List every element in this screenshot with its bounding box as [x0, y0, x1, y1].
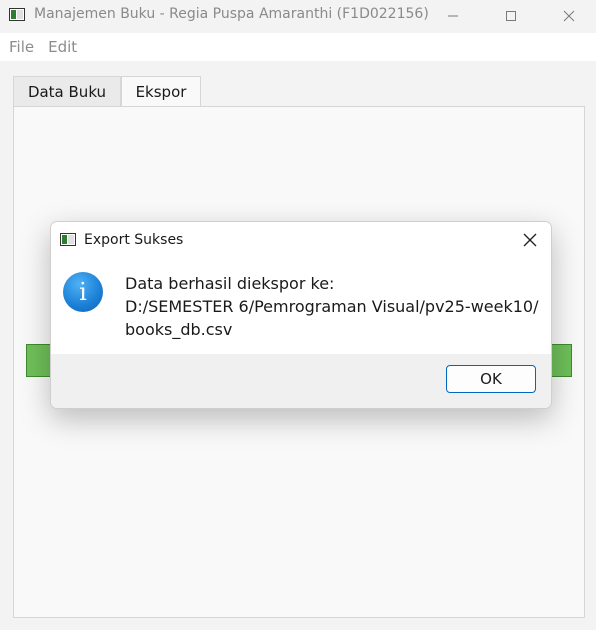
message-line-2: D:/SEMESTER 6/Pemrograman Visual/pv25-we…: [125, 297, 539, 316]
minimize-icon: [448, 15, 458, 16]
menu-bar: File Edit: [0, 33, 596, 61]
dialog-footer: OK: [51, 354, 551, 408]
message-line-1: Data berhasil diekspor ke:: [125, 274, 335, 293]
close-icon: [563, 10, 575, 21]
tab-data-buku[interactable]: Data Buku: [13, 76, 121, 106]
dialog-message: Data berhasil diekspor ke: D:/SEMESTER 6…: [125, 272, 539, 341]
maximize-icon: [506, 10, 516, 21]
close-button[interactable]: [546, 0, 592, 31]
window-title: Manajemen Buku - Regia Puspa Amaranthi (…: [34, 6, 429, 22]
info-icon: i: [63, 272, 103, 312]
message-line-3: books_db.csv: [125, 320, 233, 339]
title-bar: Manajemen Buku - Regia Puspa Amaranthi (…: [0, 0, 596, 31]
dialog-title: Export Sukses: [84, 232, 184, 248]
dialog-body: i Data berhasil diekspor ke: D:/SEMESTER…: [51, 258, 551, 354]
menu-edit[interactable]: Edit: [48, 38, 77, 56]
ok-button[interactable]: OK: [446, 365, 536, 393]
maximize-button[interactable]: [488, 0, 534, 31]
tab-ekspor[interactable]: Ekspor: [121, 76, 201, 107]
dialog-title-bar: Export Sukses: [51, 222, 551, 258]
dialog-app-icon: [60, 233, 76, 246]
minimize-button[interactable]: [430, 0, 476, 31]
dialog-close-button[interactable]: [515, 226, 545, 254]
main-window: Manajemen Buku - Regia Puspa Amaranthi (…: [0, 0, 596, 630]
export-success-dialog: Export Sukses i Data berhasil diekspor k…: [50, 221, 552, 409]
close-icon: [523, 233, 537, 247]
app-icon: [9, 8, 25, 21]
menu-file[interactable]: File: [9, 38, 34, 56]
